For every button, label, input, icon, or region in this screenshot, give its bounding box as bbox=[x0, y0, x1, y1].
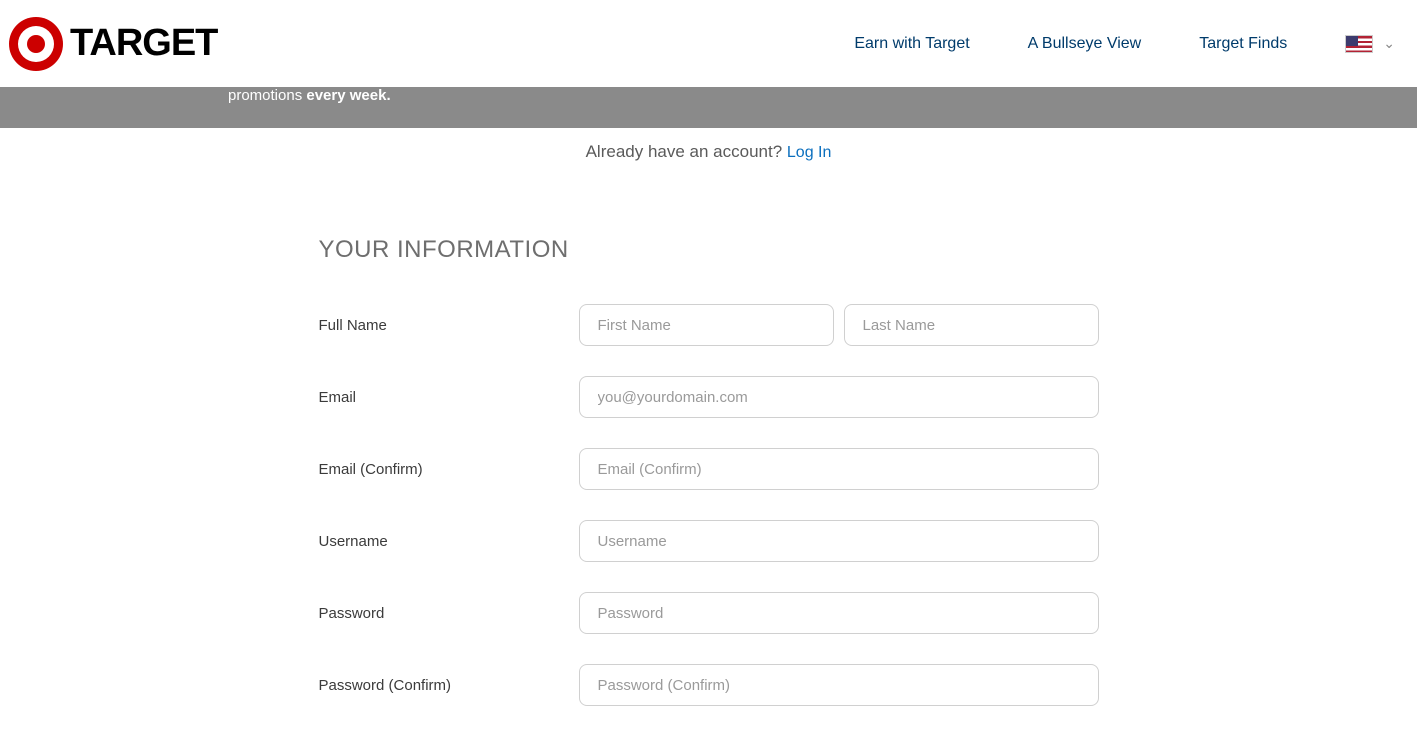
row-email-confirm: Email (Confirm) bbox=[319, 448, 1099, 490]
signup-form: YOUR INFORMATION Full Name Email Email (… bbox=[319, 162, 1099, 706]
login-prompt-text: Already have an account? bbox=[586, 142, 787, 161]
section-title: YOUR INFORMATION bbox=[319, 236, 1099, 264]
email-input[interactable] bbox=[579, 376, 1099, 418]
row-full-name: Full Name bbox=[319, 304, 1099, 346]
nav-target-finds[interactable]: Target Finds bbox=[1199, 35, 1287, 53]
login-prompt: Already have an account? Log In bbox=[0, 142, 1417, 162]
row-password-confirm: Password (Confirm) bbox=[319, 664, 1099, 706]
username-input[interactable] bbox=[579, 520, 1099, 562]
banner-text-bold: every week. bbox=[306, 87, 390, 104]
label-email: Email bbox=[319, 389, 579, 406]
last-name-input[interactable] bbox=[844, 304, 1099, 346]
label-username: Username bbox=[319, 533, 579, 550]
first-name-input[interactable] bbox=[579, 304, 834, 346]
nav-bullseye-view[interactable]: A Bullseye View bbox=[1028, 35, 1142, 53]
us-flag-icon bbox=[1345, 35, 1373, 53]
site-header: TARGET Earn with Target A Bullseye View … bbox=[0, 0, 1417, 87]
brand-text: TARGET bbox=[70, 22, 217, 65]
label-password-confirm: Password (Confirm) bbox=[319, 677, 579, 694]
nav-earn[interactable]: Earn with Target bbox=[854, 35, 969, 53]
password-input[interactable] bbox=[579, 592, 1099, 634]
brand-logo[interactable]: TARGET bbox=[8, 16, 217, 72]
locale-selector[interactable]: ⌄ bbox=[1345, 35, 1395, 53]
password-confirm-input[interactable] bbox=[579, 664, 1099, 706]
banner-text-thin: promotions bbox=[228, 87, 306, 104]
label-full-name: Full Name bbox=[319, 317, 579, 334]
label-password: Password bbox=[319, 605, 579, 622]
row-username: Username bbox=[319, 520, 1099, 562]
chevron-down-icon: ⌄ bbox=[1383, 35, 1395, 52]
email-confirm-input[interactable] bbox=[579, 448, 1099, 490]
primary-nav: Earn with Target A Bullseye View Target … bbox=[854, 35, 1409, 53]
promo-banner: promotions every week. bbox=[0, 87, 1417, 128]
row-password: Password bbox=[319, 592, 1099, 634]
row-email: Email bbox=[319, 376, 1099, 418]
login-link[interactable]: Log In bbox=[787, 144, 831, 161]
label-email-confirm: Email (Confirm) bbox=[319, 461, 579, 478]
bullseye-icon bbox=[8, 16, 64, 72]
